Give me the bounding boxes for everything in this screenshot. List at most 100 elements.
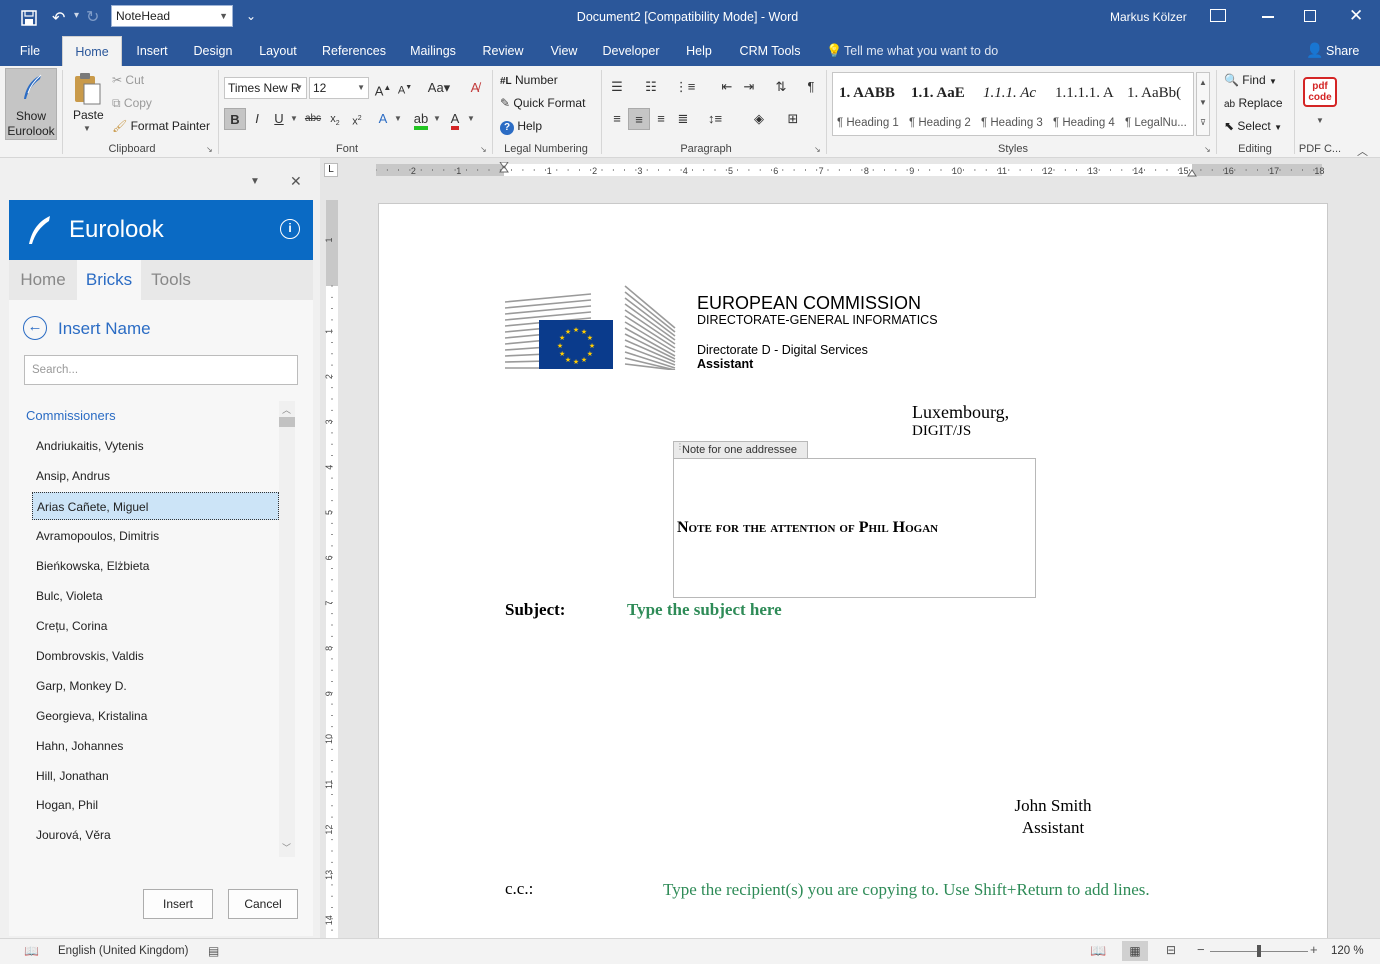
list-item[interactable]: Jourová, Věra — [32, 821, 279, 849]
increase-indent-icon[interactable]: ⇥ — [738, 76, 760, 98]
list-item[interactable]: Garp, Monkey D. — [32, 672, 279, 700]
drag-handle-icon[interactable]: ⋮ — [676, 443, 684, 451]
strikethrough-button[interactable]: abc — [302, 108, 324, 130]
list-item[interactable]: Bulc, Violeta — [32, 582, 279, 610]
format-painter-button[interactable]: 🖌 Format Painter — [112, 119, 210, 133]
font-name-box[interactable]: Times New R ▼ — [224, 77, 307, 99]
zoom-slider-thumb[interactable] — [1257, 945, 1261, 957]
tab-file[interactable]: File — [10, 36, 50, 66]
tab-crm-tools[interactable]: CRM Tools — [732, 36, 808, 66]
tab-references[interactable]: References — [316, 36, 392, 66]
back-arrow-icon[interactable]: ← — [23, 316, 47, 340]
content-control-tag[interactable]: Note for one addressee — [673, 441, 808, 459]
tab-review[interactable]: Review — [474, 36, 532, 66]
style-preview[interactable]: 1.1. AaE — [911, 85, 971, 102]
subscript-button[interactable]: x2 — [324, 108, 346, 130]
tab-developer[interactable]: Developer — [596, 36, 666, 66]
insert-button[interactable]: Insert — [143, 889, 213, 919]
category-commissioners[interactable]: Commissioners — [26, 408, 116, 423]
tab-layout[interactable]: Layout — [250, 36, 306, 66]
redo-icon[interactable]: ↻ — [86, 7, 99, 27]
copy-button[interactable]: ⧉ Copy — [112, 96, 152, 111]
close-icon[interactable]: ✕ — [1349, 6, 1363, 26]
highlight-dropdown-icon[interactable]: ▼ — [433, 114, 441, 123]
undo-icon[interactable]: ↶ — [52, 8, 74, 28]
document-page[interactable]: ★ ★ ★ ★ ★ ★ ★ ★ ★ ★ ★ ★ EUROPEAN COMMISSION DIRECTO… — [378, 203, 1328, 943]
share-button[interactable]: Share — [1326, 44, 1359, 58]
style-heading-1[interactable]: ¶ Heading 1 — [837, 117, 899, 129]
zoom-level[interactable]: 120 % — [1331, 945, 1364, 957]
collapse-ribbon-icon[interactable]: ︿ — [1357, 143, 1368, 159]
scroll-thumb[interactable] — [279, 417, 295, 427]
paste-dropdown-icon[interactable]: ▼ — [83, 124, 91, 133]
highlight-icon[interactable]: ab — [410, 108, 432, 130]
vertical-ruler[interactable]: 11234567891011121314 — [324, 200, 340, 940]
customize-qat-icon[interactable]: ⌄ — [246, 9, 256, 23]
font-color-dropdown-icon[interactable]: ▼ — [467, 114, 475, 123]
list-item[interactable]: Dombrovskis, Valdis — [32, 642, 279, 670]
text-effects-icon[interactable]: A — [372, 108, 394, 130]
number-button[interactable]: #L Number — [500, 73, 558, 87]
decrease-indent-icon[interactable]: ⇤ — [716, 76, 738, 98]
save-icon[interactable] — [20, 9, 38, 27]
font-color-icon[interactable]: A — [444, 108, 466, 130]
minimize-icon[interactable] — [1262, 16, 1274, 18]
paste-icon[interactable] — [72, 72, 102, 106]
style-heading-3[interactable]: ¶ Heading 3 — [981, 117, 1043, 129]
shrink-font-icon[interactable]: A▼ — [394, 77, 416, 99]
text-effects-dropdown-icon[interactable]: ▼ — [394, 114, 402, 123]
list-item[interactable]: Arias Cañete, Miguel — [32, 492, 279, 520]
list-item[interactable]: Hill, Jonathan — [32, 762, 279, 790]
pane-tab-bricks[interactable]: Bricks — [77, 260, 141, 300]
find-button[interactable]: 🔍 Find ▼ — [1224, 73, 1277, 87]
horizontal-ruler[interactable]: 2 1 1 2 3 4 5 6 7 8 9 10 11 12 13 14 15 16 17 18 — [376, 162, 1346, 180]
align-right-icon[interactable]: ≡ — [650, 108, 672, 130]
multilevel-list-icon[interactable]: ⋮≡ — [674, 76, 696, 98]
pdf-code-icon[interactable]: pdf code — [1303, 77, 1337, 107]
zoom-in-icon[interactable]: + — [1310, 942, 1318, 957]
accessibility-icon[interactable]: ▤ — [208, 944, 219, 958]
underline-dropdown-icon[interactable]: ▼ — [290, 114, 298, 123]
clear-formatting-icon[interactable]: A̸ — [464, 77, 486, 99]
list-item[interactable]: Bieńkowska, Elżbieta — [32, 552, 279, 580]
style-box[interactable]: NoteHead ▼ — [111, 5, 233, 27]
style-preview[interactable]: 1.1.1. Ac — [983, 85, 1043, 102]
list-item[interactable]: Andriukaitis, Vytenis — [32, 432, 279, 460]
pane-options-icon[interactable]: ▼ — [250, 176, 260, 187]
tell-me-box[interactable]: Tell me what you want to do — [844, 44, 998, 58]
align-left-icon[interactable]: ≡ — [606, 108, 628, 130]
list-item[interactable]: Crețu, Corina — [32, 612, 279, 640]
print-layout-icon[interactable]: ▦ — [1122, 941, 1148, 961]
cc-placeholder[interactable]: Type the recipient(s) you are copying to… — [663, 879, 1183, 901]
dialog-launcher-icon[interactable]: ↘ — [206, 145, 213, 154]
scroll-up-icon[interactable]: ︿ — [282, 403, 291, 416]
style-legal-numbering[interactable]: ¶ LegalNu... — [1125, 117, 1191, 129]
list-item[interactable]: Georgieva, Kristalina — [32, 702, 279, 730]
list-item[interactable]: Ansip, Andrus — [32, 462, 279, 490]
paste-button[interactable]: Paste — [73, 108, 104, 122]
shading-icon[interactable]: ◈ — [748, 108, 770, 130]
select-button[interactable]: ⬉ Select ▼ — [1224, 119, 1282, 133]
numbering-icon[interactable]: ☷ — [640, 76, 662, 98]
line-spacing-icon[interactable]: ↕≡ — [704, 108, 726, 130]
search-input[interactable]: Search... — [24, 355, 298, 385]
dialog-launcher-icon[interactable]: ↘ — [1204, 145, 1211, 154]
bullets-icon[interactable]: ☰ — [606, 76, 628, 98]
list-item[interactable]: Avramopoulos, Dimitris — [32, 522, 279, 550]
superscript-button[interactable]: x2 — [346, 108, 368, 130]
info-icon[interactable]: i — [280, 219, 300, 239]
tab-design[interactable]: Design — [186, 36, 240, 66]
cancel-button[interactable]: Cancel — [228, 889, 298, 919]
maximize-icon[interactable] — [1304, 10, 1316, 22]
style-heading-4[interactable]: ¶ Heading 4 — [1053, 117, 1115, 129]
pilcrow-icon[interactable]: ¶ — [800, 76, 822, 98]
show-eurolook-button[interactable]: Show Eurolook — [5, 68, 57, 140]
pane-tab-home[interactable]: Home — [9, 260, 77, 300]
list-scrollbar[interactable]: ︿ ﹀ — [279, 401, 295, 857]
underline-button[interactable]: U — [268, 108, 290, 130]
list-item[interactable]: Hahn, Johannes — [32, 732, 279, 760]
dialog-launcher-icon[interactable]: ↘ — [480, 145, 487, 154]
pane-tab-tools[interactable]: Tools — [141, 260, 201, 300]
undo-dropdown-icon[interactable]: ▾ — [74, 10, 79, 21]
cut-button[interactable]: ✂ Cut — [112, 73, 144, 87]
